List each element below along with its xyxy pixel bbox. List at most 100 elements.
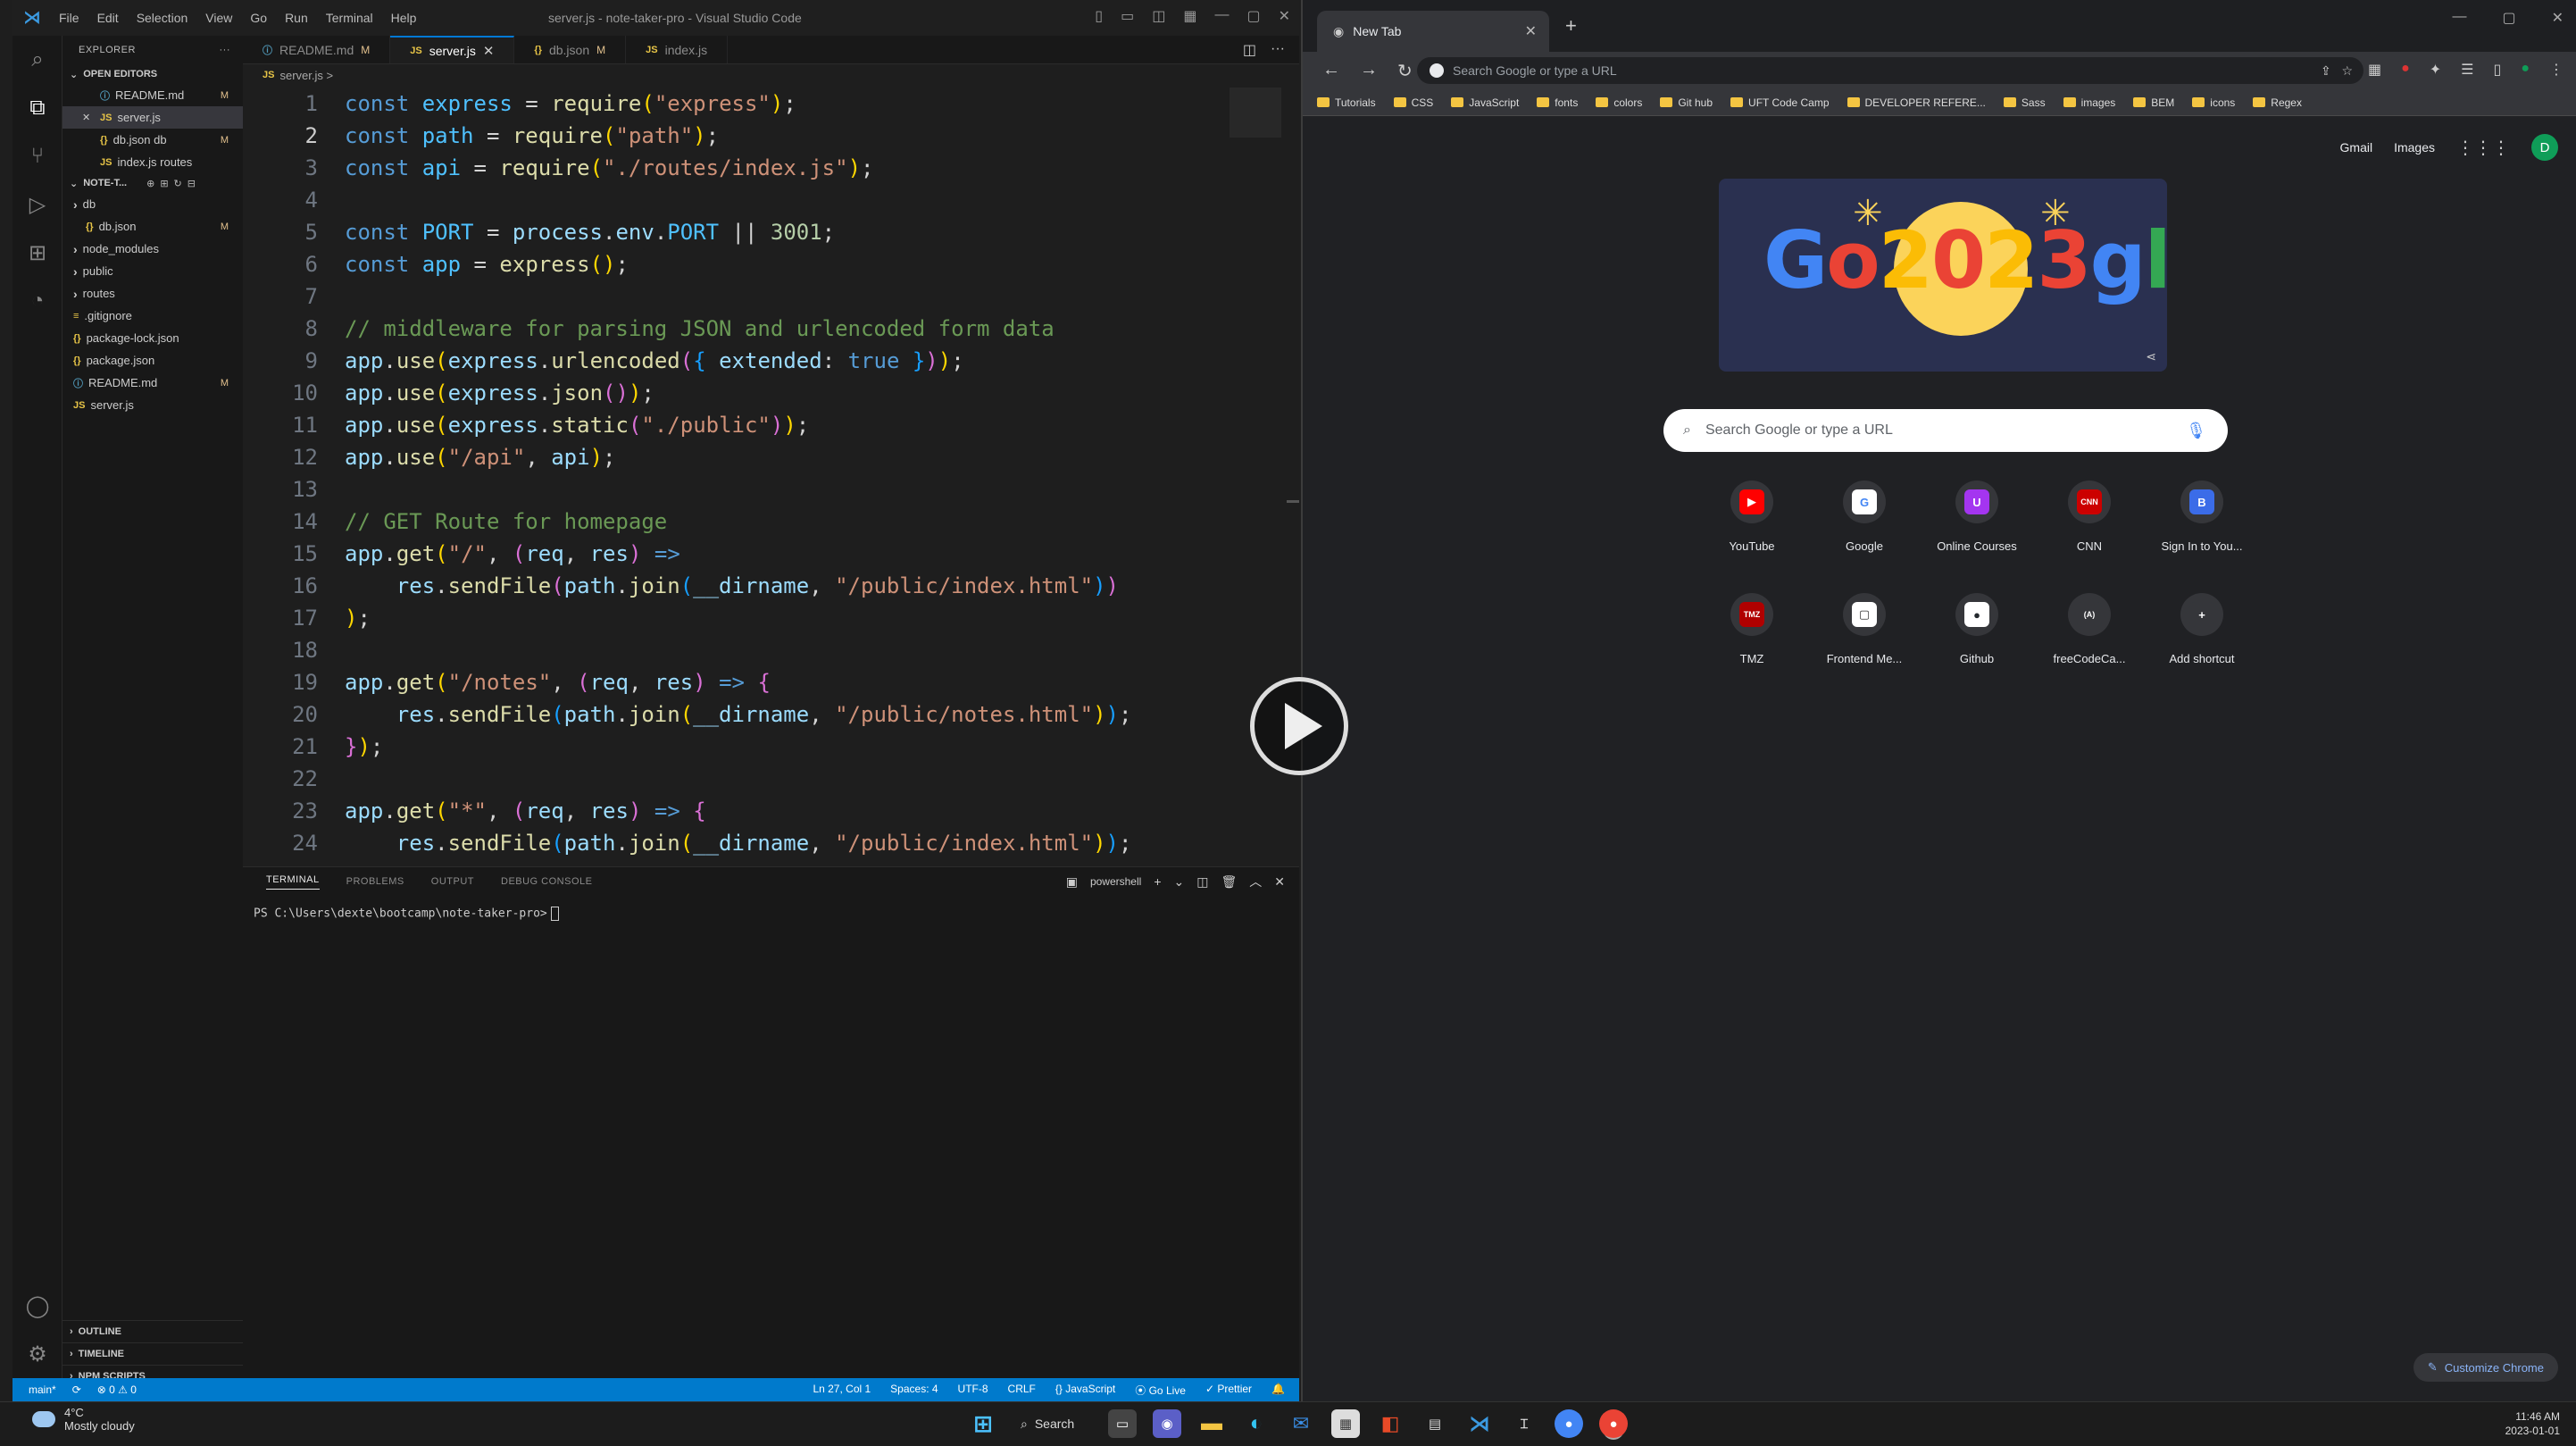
sync-status[interactable]: ⟳: [72, 1383, 81, 1396]
bookmark-folder[interactable]: icons: [2192, 96, 2235, 109]
puzzle-icon[interactable]: ✦: [2430, 61, 2441, 79]
minimap[interactable]: [1230, 88, 1281, 138]
menu-item-help[interactable]: Help: [391, 11, 417, 25]
open-editor-item[interactable]: ⓘ README.md M: [63, 84, 243, 106]
gmail-link[interactable]: Gmail: [2340, 140, 2373, 155]
customize-layout-icon[interactable]: ▦: [1183, 7, 1196, 25]
open-editor-item[interactable]: ✕ JS server.js: [63, 106, 243, 129]
avatar[interactable]: D: [2531, 134, 2558, 161]
bookmark-folder[interactable]: Sass: [2003, 96, 2046, 109]
side-panel-icon[interactable]: ▯: [2494, 61, 2502, 79]
chrome-menu-icon[interactable]: ⋮: [2549, 61, 2563, 79]
terminal-shell-label[interactable]: powershell: [1090, 875, 1141, 888]
file-tree-item[interactable]: ⓘ README.md M: [63, 372, 243, 394]
file-tree-item[interactable]: › db: [63, 193, 243, 215]
customize-chrome-button[interactable]: ✎ Customize Chrome: [2413, 1353, 2558, 1382]
chrome-taskbar-icon[interactable]: ●: [1555, 1409, 1583, 1438]
new-tab-icon[interactable]: +: [1565, 14, 1577, 38]
bookmark-folder[interactable]: JavaScript: [1451, 96, 1519, 109]
file-tree-item[interactable]: {} db.json M: [63, 215, 243, 238]
file-tree-item[interactable]: › node_modules: [63, 238, 243, 260]
back-icon[interactable]: ←: [1322, 60, 1340, 82]
run-debug-icon[interactable]: ▷: [13, 180, 63, 229]
bookmark-folder[interactable]: Tutorials: [1317, 96, 1376, 109]
trash-icon[interactable]: 🗑: [1221, 874, 1237, 890]
split-editor-icon[interactable]: ◫: [1243, 41, 1256, 59]
editor-tab-readme-md[interactable]: ⓘ README.md M: [243, 36, 391, 63]
file-tree-item[interactable]: ≡ .gitignore: [63, 305, 243, 327]
tab-terminal[interactable]: TERMINAL: [266, 874, 320, 890]
open-editor-item[interactable]: {} db.json db M: [63, 129, 243, 151]
sidebar-section-outline[interactable]: › OUTLINE: [63, 1320, 243, 1342]
file-tree-item[interactable]: JS server.js: [63, 394, 243, 416]
bookmark-folder[interactable]: BEM: [2133, 96, 2174, 109]
share-icon[interactable]: ⋖: [2146, 349, 2156, 364]
extensions-icon[interactable]: ⊞: [13, 229, 63, 277]
shortcut-frontend-me[interactable]: ▢ Frontend Me...: [1808, 582, 1921, 682]
close-icon[interactable]: ✕: [2552, 9, 2563, 27]
settings-gear-icon[interactable]: ⚙: [13, 1330, 63, 1378]
terminal[interactable]: PS C:\Users\dexte\bootcamp\note-taker-pr…: [243, 896, 1299, 921]
microphone-icon[interactable]: 🎙: [2186, 422, 2206, 440]
editor-tab-index-js[interactable]: JS index.js: [626, 36, 729, 63]
tab-problems[interactable]: PROBLEMS: [346, 876, 404, 887]
shortcut-youtube[interactable]: ▶ YouTube: [1696, 470, 1808, 570]
code-editor[interactable]: 1 const express = require("express"); 2 con…: [243, 88, 1299, 865]
status-item[interactable]: ⦿ Go Live: [1135, 1383, 1186, 1398]
remote-explorer-icon[interactable]: ◔: [13, 277, 63, 325]
taskbar-search[interactable]: ⌕ Search: [1013, 1409, 1092, 1438]
file-tree-item[interactable]: {} package-lock.json: [63, 327, 243, 349]
sidebar-section-timeline[interactable]: › TIMELINE: [63, 1342, 243, 1365]
tab-new-tab[interactable]: ◉ New Tab ✕: [1317, 11, 1549, 52]
editor-tab-db-json[interactable]: {} db.json M: [514, 36, 627, 63]
bookmark-folder[interactable]: fonts: [1537, 96, 1578, 109]
shortcut-cnn[interactable]: CNN CNN: [2033, 470, 2146, 570]
tab-debug-console[interactable]: DEBUG CONSOLE: [501, 876, 592, 887]
open-editors-section[interactable]: ⌄ OPEN EDITORS: [63, 64, 243, 84]
close-panel-icon[interactable]: ✕: [1274, 874, 1285, 890]
menu-item-view[interactable]: View: [205, 11, 232, 25]
bookmark-folder[interactable]: images: [2063, 96, 2115, 109]
explorer-icon[interactable]: ⧉: [13, 84, 63, 132]
tab-output[interactable]: OUTPUT: [431, 876, 474, 887]
task-view-icon[interactable]: ▭: [1108, 1409, 1137, 1438]
bookmark-folder[interactable]: Regex: [2253, 96, 2302, 109]
maximize-icon[interactable]: ▢: [2502, 9, 2515, 27]
shortcut-tmz[interactable]: TMZ TMZ: [1696, 582, 1808, 682]
forward-icon[interactable]: →: [1360, 60, 1378, 82]
branch-status[interactable]: main*: [29, 1383, 56, 1396]
source-control-icon[interactable]: ⑂: [13, 132, 63, 180]
menu-item-terminal[interactable]: Terminal: [326, 11, 373, 25]
layout-icon[interactable]: ▯: [1095, 7, 1103, 25]
edge-icon[interactable]: ◐: [1242, 1409, 1271, 1438]
profile-icon[interactable]: ●: [2521, 61, 2530, 79]
open-editor-item[interactable]: JS index.js routes: [63, 151, 243, 173]
office-icon[interactable]: ◧: [1376, 1409, 1405, 1438]
extension-icon[interactable]: ▦: [2368, 61, 2381, 79]
menu-item-file[interactable]: File: [59, 11, 79, 25]
file-tree-item[interactable]: {} package.json: [63, 349, 243, 372]
file-tree-item[interactable]: › public: [63, 260, 243, 282]
split-icon[interactable]: ◫: [1152, 7, 1165, 25]
minimize-icon[interactable]: —: [1214, 7, 1229, 25]
chevron-down-icon[interactable]: ⌄: [1174, 874, 1185, 890]
menu-item-selection[interactable]: Selection: [137, 11, 188, 25]
explorer-actions-icon[interactable]: ⊕⊞↻⊟: [146, 178, 201, 189]
problems-status[interactable]: ⊗ 0 ⚠ 0: [97, 1383, 137, 1396]
mail-icon[interactable]: ✉: [1287, 1409, 1315, 1438]
file-explorer-icon[interactable]: ▬: [1197, 1409, 1226, 1438]
bookmark-folder[interactable]: colors: [1596, 96, 1642, 109]
start-icon[interactable]: ⊞: [969, 1409, 997, 1438]
file-tree-item[interactable]: › routes: [63, 282, 243, 305]
status-item[interactable]: ✓ Prettier: [1205, 1383, 1252, 1398]
status-item[interactable]: Ln 27, Col 1: [813, 1383, 871, 1398]
chrome-active-taskbar-icon[interactable]: ●: [1599, 1409, 1628, 1438]
weather-widget[interactable]: 4°C Mostly cloudy: [32, 1406, 135, 1433]
new-terminal-icon[interactable]: +: [1154, 874, 1161, 889]
close-icon[interactable]: ✕: [1279, 7, 1290, 25]
search-icon[interactable]: ⌕: [13, 36, 63, 84]
reload-icon[interactable]: ↻: [1397, 60, 1413, 82]
split-terminal-icon[interactable]: ◫: [1196, 874, 1208, 890]
apps-grid-icon[interactable]: ⋮⋮⋮: [2456, 137, 2510, 159]
slides-icon[interactable]: ▤: [1421, 1409, 1449, 1438]
